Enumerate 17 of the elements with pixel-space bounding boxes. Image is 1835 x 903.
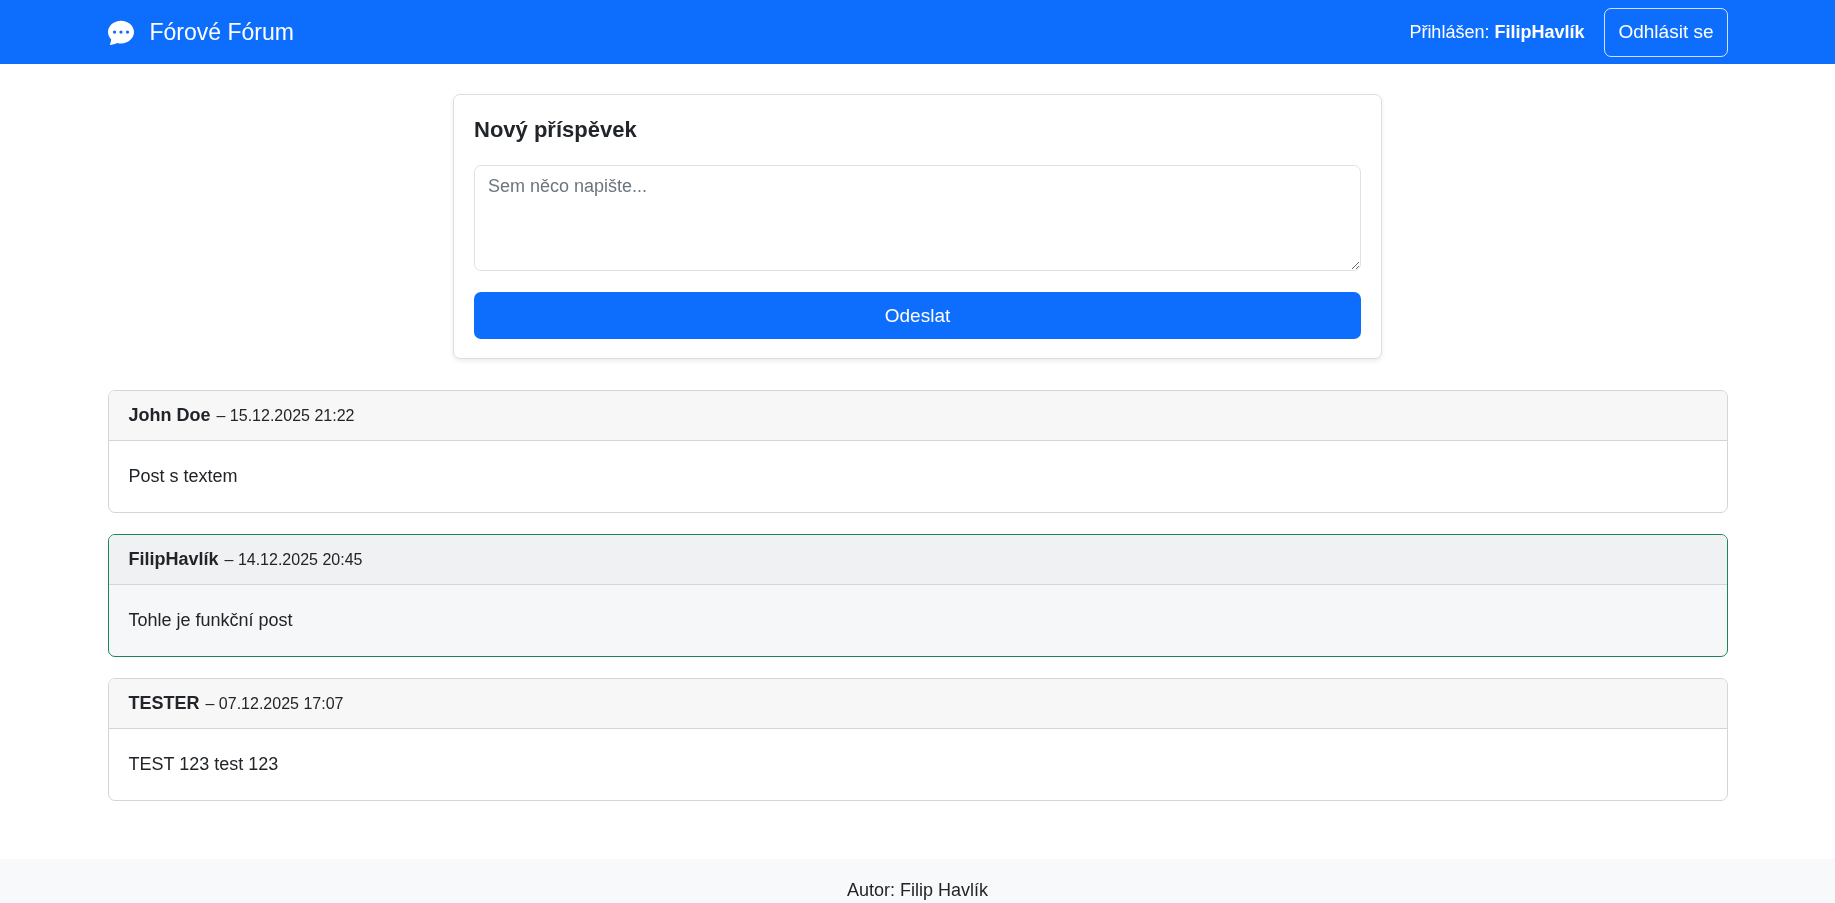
logout-button[interactable]: Odhlásit se [1604,7,1728,57]
chat-bubble-icon [107,19,134,45]
post-date: – 07.12.2025 17:07 [205,694,344,713]
post-text: TEST 123 test 123 [128,754,279,775]
post-date: – 15.12.2025 21:22 [216,406,355,425]
post-date: – 14.12.2025 20:45 [224,550,363,569]
submit-button[interactable]: Odeslat [474,292,1361,339]
post-text-field[interactable]: Sem něco napište... [474,165,1361,271]
footer-author: Autor: Filip Havlík [846,879,988,901]
post-text: Post s textem [128,466,238,487]
new-post-title: Nový příspěvek [474,116,638,144]
brand-name[interactable]: Fórové Fórum [149,18,294,46]
logged-in-user: Přihlášen: FilipHavlík [1409,21,1585,43]
post-author: FilipHavlík [128,549,219,570]
post-author: TESTER [128,693,200,714]
post-author: John Doe [128,405,211,426]
post-text: Tohle je funkční post [128,610,293,631]
